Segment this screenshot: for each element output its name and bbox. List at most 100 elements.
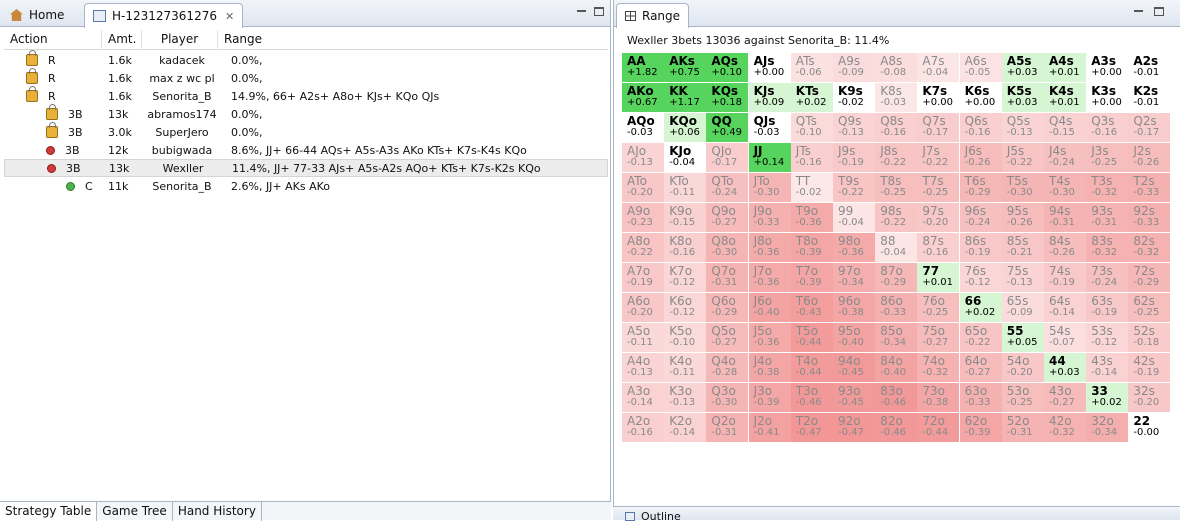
- hand-cell[interactable]: T6s -0.29: [959, 173, 1002, 202]
- hand-cell[interactable]: Q9o -0.27: [706, 203, 749, 232]
- hand-cell[interactable]: 76o -0.25: [917, 293, 960, 322]
- hand-cell[interactable]: JJ +0.14: [748, 143, 791, 172]
- tab-range[interactable]: Range: [616, 3, 690, 28]
- hand-cell[interactable]: T3s -0.32: [1086, 173, 1129, 202]
- hand-cell[interactable]: 76s -0.12: [959, 263, 1002, 292]
- hand-cell[interactable]: A9o -0.23: [622, 203, 664, 232]
- hand-cell[interactable]: 42o -0.32: [1044, 413, 1086, 442]
- hand-cell[interactable]: 83o -0.46: [875, 383, 918, 412]
- hand-cell[interactable]: 87o -0.29: [875, 263, 918, 292]
- tab-hand[interactable]: H-123127361276 ✕: [84, 3, 244, 28]
- hand-cell[interactable]: K9s -0.02: [833, 83, 875, 112]
- hand-cell[interactable]: 53s -0.12: [1086, 323, 1129, 352]
- hand-cell[interactable]: 84o -0.40: [875, 353, 918, 382]
- hand-cell[interactable]: 53o -0.25: [1001, 383, 1044, 412]
- hand-cell[interactable]: QJs -0.03: [748, 113, 791, 142]
- hand-cell[interactable]: J5s -0.22: [1001, 143, 1044, 172]
- hand-cell[interactable]: KJs +0.09: [748, 83, 791, 112]
- column-header-amount[interactable]: Amt.: [102, 30, 142, 50]
- hand-cell[interactable]: 54o -0.20: [1001, 353, 1044, 382]
- table-row[interactable]: C 11k Senorita_B 2.6%, JJ+ AKs AKo: [4, 177, 608, 195]
- range-maximize-button[interactable]: [1154, 6, 1164, 17]
- tab-outline[interactable]: Outline: [617, 509, 689, 523]
- table-row[interactable]: 3B 13k abramos174 0.0%,: [4, 104, 608, 123]
- hand-cell[interactable]: 95o -0.40: [833, 323, 875, 352]
- range-minimize-button[interactable]: [1134, 6, 1143, 17]
- hand-cell[interactable]: Q2o -0.31: [706, 413, 749, 442]
- hand-cell[interactable]: K8s -0.03: [875, 83, 918, 112]
- column-header-action[interactable]: Action: [4, 30, 102, 50]
- hand-cell[interactable]: AKs +0.75: [664, 53, 707, 82]
- hand-cell[interactable]: 88 -0.04: [875, 233, 918, 262]
- hand-cell[interactable]: J7s -0.22: [917, 143, 960, 172]
- hand-cell[interactable]: Q3o -0.30: [706, 383, 749, 412]
- hand-cell[interactable]: AA +1.82: [622, 53, 664, 82]
- hand-cell[interactable]: A7o -0.19: [622, 263, 664, 292]
- hand-cell[interactable]: A4s +0.01: [1044, 53, 1086, 82]
- hand-cell[interactable]: AJs +0.00: [748, 53, 791, 82]
- hand-cell[interactable]: 33 +0.02: [1086, 383, 1129, 412]
- hand-cell[interactable]: J3s -0.25: [1086, 143, 1129, 172]
- hand-cell[interactable]: 65o -0.22: [959, 323, 1002, 352]
- hand-cell[interactable]: J5o -0.36: [748, 323, 791, 352]
- hand-cell[interactable]: 99 -0.04: [833, 203, 875, 232]
- hand-cell[interactable]: 97o -0.34: [833, 263, 875, 292]
- hand-cell[interactable]: T7o -0.39: [790, 263, 833, 292]
- hand-cell[interactable]: J8s -0.22: [875, 143, 918, 172]
- hand-cell[interactable]: 94o -0.45: [833, 353, 875, 382]
- hand-cell[interactable]: Q7s -0.17: [917, 113, 960, 142]
- hand-cell[interactable]: 44 +0.03: [1044, 353, 1086, 382]
- hand-cell[interactable]: AQs +0.10: [706, 53, 749, 82]
- hand-cell[interactable]: 74s -0.19: [1044, 263, 1086, 292]
- hand-cell[interactable]: K4o -0.11: [664, 353, 707, 382]
- hand-cell[interactable]: 72s -0.29: [1128, 263, 1171, 292]
- table-row[interactable]: 3B 12k bubigwada 8.6%, JJ+ 66-44 AQs+ A5s-A…: [4, 141, 608, 159]
- hand-cell[interactable]: 42s -0.19: [1128, 353, 1171, 382]
- hand-cell[interactable]: 43o -0.27: [1044, 383, 1086, 412]
- hand-cell[interactable]: AKo +0.67: [622, 83, 664, 112]
- hand-cell[interactable]: QTs -0.10: [790, 113, 833, 142]
- hand-cell[interactable]: Q6o -0.29: [706, 293, 749, 322]
- tab-strategy-table[interactable]: Strategy Table: [0, 502, 98, 521]
- hand-cell[interactable]: A8s -0.08: [875, 53, 918, 82]
- hand-cell[interactable]: A9s -0.09: [833, 53, 875, 82]
- hand-cell[interactable]: A7s -0.04: [917, 53, 960, 82]
- hand-cell[interactable]: K2o -0.14: [664, 413, 707, 442]
- hand-cell[interactable]: 87s -0.16: [917, 233, 960, 262]
- hand-cell[interactable]: J4s -0.24: [1044, 143, 1086, 172]
- hand-cell[interactable]: QJo -0.17: [706, 143, 749, 172]
- hand-cell[interactable]: KTo -0.11: [664, 173, 707, 202]
- hand-cell[interactable]: T9o -0.36: [790, 203, 833, 232]
- hand-cell[interactable]: 84s -0.26: [1044, 233, 1086, 262]
- hand-cell[interactable]: T8o -0.39: [790, 233, 833, 262]
- hand-cell[interactable]: K7s +0.00: [917, 83, 960, 112]
- hand-cell[interactable]: Q7o -0.31: [706, 263, 749, 292]
- hand-cell[interactable]: 86s -0.19: [959, 233, 1002, 262]
- table-row[interactable]: R 1.6k kadacek 0.0%,: [4, 50, 608, 69]
- hand-cell[interactable]: TT -0.02: [790, 173, 833, 202]
- hand-cell[interactable]: T2s -0.33: [1128, 173, 1171, 202]
- hand-cell[interactable]: AJo -0.13: [622, 143, 664, 172]
- hand-cell[interactable]: T7s -0.25: [917, 173, 960, 202]
- hand-cell[interactable]: J9o -0.33: [748, 203, 791, 232]
- hand-cell[interactable]: K6s +0.00: [959, 83, 1002, 112]
- column-header-player[interactable]: Player: [142, 30, 218, 50]
- hand-cell[interactable]: 54s -0.07: [1044, 323, 1086, 352]
- hand-cell[interactable]: A3s +0.00: [1086, 53, 1129, 82]
- hand-cell[interactable]: 66 +0.02: [959, 293, 1002, 322]
- hand-cell[interactable]: Q2s -0.17: [1128, 113, 1171, 142]
- hand-cell[interactable]: A8o -0.22: [622, 233, 664, 262]
- hand-cell[interactable]: 93s -0.31: [1086, 203, 1129, 232]
- hand-cell[interactable]: J6s -0.26: [959, 143, 1002, 172]
- hand-cell[interactable]: KJo -0.04: [664, 143, 707, 172]
- hand-cell[interactable]: 55 +0.05: [1001, 323, 1044, 352]
- hand-cell[interactable]: 75s -0.13: [1001, 263, 1044, 292]
- hand-cell[interactable]: A3o -0.14: [622, 383, 664, 412]
- hand-cell[interactable]: 82o -0.46: [875, 413, 918, 442]
- hand-cell[interactable]: A2s -0.01: [1128, 53, 1171, 82]
- hand-cell[interactable]: 64s -0.14: [1044, 293, 1086, 322]
- minimize-button[interactable]: [577, 6, 586, 17]
- hand-cell[interactable]: 92s -0.33: [1128, 203, 1171, 232]
- hand-cell[interactable]: 73o -0.38: [917, 383, 960, 412]
- hand-cell[interactable]: 52s -0.18: [1128, 323, 1171, 352]
